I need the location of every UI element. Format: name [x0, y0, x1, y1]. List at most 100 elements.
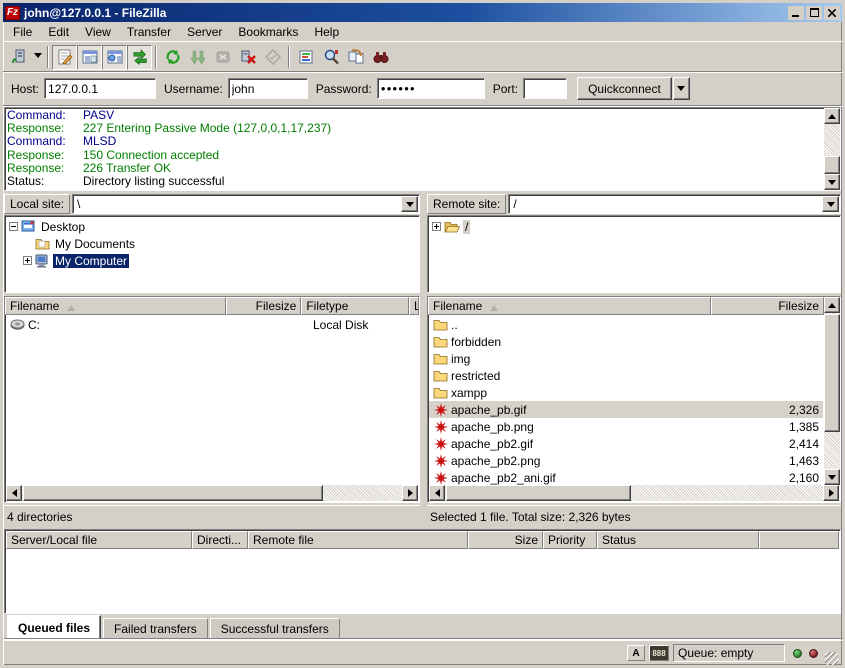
host-input[interactable] — [44, 78, 156, 99]
toggle-remote-tree-button[interactable] — [102, 45, 127, 70]
column-header-filetype[interactable]: Filetype — [301, 297, 409, 315]
disconnect-button[interactable] — [235, 45, 260, 70]
tree-item-label[interactable]: / — [463, 220, 470, 234]
menu-transfer[interactable]: Transfer — [119, 23, 179, 41]
column-header-status[interactable]: Status — [597, 531, 759, 549]
file-search-button[interactable] — [318, 45, 343, 70]
file-row[interactable]: xampp — [429, 384, 823, 401]
scroll-down-button[interactable] — [824, 469, 840, 485]
file-row-c-drive[interactable]: C: Local Disk — [6, 316, 418, 333]
file-row[interactable]: forbidden — [429, 333, 823, 350]
filter-button[interactable] — [293, 45, 318, 70]
scroll-down-button[interactable] — [824, 174, 840, 190]
menu-server[interactable]: Server — [179, 23, 230, 41]
remote-directory-tree: / — [427, 215, 841, 293]
file-row[interactable]: restricted — [429, 367, 823, 384]
sort-ascending-icon — [490, 301, 498, 311]
menu-view[interactable]: View — [77, 23, 119, 41]
tree-item-label[interactable]: My Computer — [53, 254, 129, 268]
reconnect-button[interactable] — [260, 45, 285, 70]
toggle-log-button[interactable] — [52, 45, 77, 70]
file-row[interactable]: apache_pb2_ani.gif 2,160 — [429, 469, 823, 485]
scroll-up-button[interactable] — [824, 297, 840, 313]
column-header-lastmodified[interactable]: L — [409, 297, 419, 315]
cancel-button[interactable] — [210, 45, 235, 70]
tab-queued-files[interactable]: Queued files — [7, 615, 101, 638]
refresh-icon — [165, 49, 181, 65]
username-input[interactable] — [228, 78, 308, 99]
remote-site-combobox[interactable]: / — [508, 194, 841, 214]
file-row[interactable]: apache_pb.png 1,385 — [429, 418, 823, 435]
menu-edit[interactable]: Edit — [40, 23, 77, 41]
minimize-button[interactable] — [788, 6, 804, 20]
column-header-priority[interactable]: Priority — [543, 531, 597, 549]
site-manager-button[interactable] — [6, 45, 31, 70]
column-header-direction[interactable]: Directi... — [192, 531, 248, 549]
tree-item-label[interactable]: Desktop — [39, 220, 87, 234]
queue-headers: Server/Local file Directi... Remote file… — [6, 531, 839, 549]
menu-help[interactable]: Help — [306, 23, 347, 41]
image-file-icon — [433, 402, 448, 417]
file-row[interactable]: apache_pb2.png 1,463 — [429, 452, 823, 469]
combo-dropdown-button[interactable] — [401, 196, 418, 212]
arrow-left-icon — [8, 489, 17, 497]
quickconnect-button[interactable]: Quickconnect — [577, 77, 672, 100]
file-row-selected[interactable]: apache_pb.gif 2,326 — [429, 401, 823, 418]
combo-dropdown-button[interactable] — [822, 196, 839, 212]
local-site-combobox[interactable]: \ — [72, 194, 420, 214]
column-header-filesize[interactable]: Filesize — [226, 297, 301, 315]
synchronized-browsing-button[interactable] — [368, 45, 393, 70]
column-header-filesize[interactable]: Filesize — [711, 297, 824, 315]
menu-file[interactable]: File — [5, 23, 40, 41]
collapse-icon[interactable] — [9, 222, 18, 231]
scroll-thumb[interactable] — [446, 485, 631, 501]
scroll-right-button[interactable] — [402, 485, 418, 501]
process-queue-button[interactable] — [185, 45, 210, 70]
expand-icon[interactable] — [23, 256, 32, 265]
column-header-remote-file[interactable]: Remote file — [248, 531, 468, 549]
tab-successful-transfers[interactable]: Successful transfers — [210, 618, 340, 638]
close-button[interactable] — [824, 6, 840, 20]
column-header-filename[interactable]: Filename — [428, 297, 711, 315]
password-input[interactable] — [377, 78, 485, 99]
directory-comparison-button[interactable] — [343, 45, 368, 70]
remote-horizontal-scrollbar[interactable] — [429, 485, 839, 501]
tree-item-label[interactable]: My Documents — [53, 237, 137, 251]
scroll-up-button[interactable] — [824, 108, 840, 124]
scroll-left-button[interactable] — [429, 485, 445, 501]
scroll-left-button[interactable] — [6, 485, 22, 501]
scroll-thumb[interactable] — [23, 485, 323, 501]
tree-item-my-documents[interactable]: My Documents — [5, 235, 419, 252]
site-manager-dropdown[interactable] — [31, 45, 44, 70]
disconnect-icon — [240, 49, 256, 65]
tab-failed-transfers[interactable]: Failed transfers — [103, 618, 208, 638]
toggle-queue-button[interactable] — [127, 45, 152, 70]
resize-grip[interactable] — [825, 652, 838, 665]
scroll-thumb[interactable] — [824, 314, 840, 432]
toggle-local-tree-button[interactable] — [77, 45, 102, 70]
maximize-button[interactable] — [806, 6, 822, 20]
remote-vertical-scrollbar[interactable] — [824, 297, 840, 485]
refresh-button[interactable] — [160, 45, 185, 70]
scroll-thumb[interactable] — [824, 156, 840, 174]
log-vertical-scrollbar[interactable] — [824, 108, 840, 190]
tree-item-desktop[interactable]: Desktop — [5, 218, 419, 235]
file-row[interactable]: img — [429, 350, 823, 367]
menu-bookmarks[interactable]: Bookmarks — [230, 23, 306, 41]
column-header-server-local-file[interactable]: Server/Local file — [6, 531, 192, 549]
file-row[interactable]: apache_pb2.gif 2,414 — [429, 435, 823, 452]
log-line: Response:227 Entering Passive Mode (127,… — [7, 122, 823, 135]
expand-icon[interactable] — [432, 222, 441, 231]
file-row[interactable]: .. — [429, 316, 823, 333]
quickconnect-dropdown[interactable] — [673, 77, 690, 100]
vertical-splitter[interactable] — [420, 193, 427, 508]
log-line: Status:Directory listing successful — [7, 175, 823, 188]
tree-item-root[interactable]: / — [428, 218, 840, 235]
tree-item-my-computer[interactable]: My Computer — [5, 252, 419, 269]
column-header-blank[interactable] — [759, 531, 839, 549]
column-header-size[interactable]: Size — [468, 531, 543, 549]
column-header-filename[interactable]: Filename — [5, 297, 226, 315]
local-horizontal-scrollbar[interactable] — [6, 485, 418, 501]
port-input[interactable] — [523, 78, 567, 99]
scroll-right-button[interactable] — [823, 485, 839, 501]
